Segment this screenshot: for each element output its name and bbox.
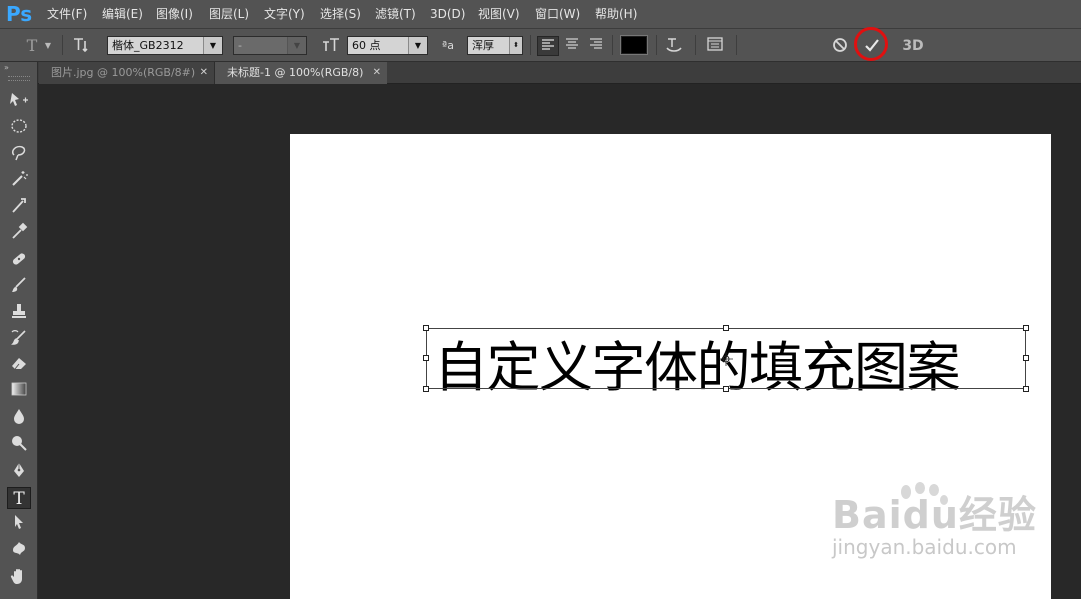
panel-grip[interactable] bbox=[8, 76, 30, 81]
antialias-select[interactable]: 浑厚 ⬍ bbox=[467, 36, 523, 55]
type-icon[interactable]: T bbox=[7, 487, 31, 509]
font-family-select[interactable]: 楷体_GB2312 ▼ bbox=[107, 36, 223, 55]
updown-icon: ⬍ bbox=[509, 37, 522, 54]
custom-shape-icon[interactable] bbox=[7, 540, 31, 562]
align-left-icon[interactable] bbox=[537, 36, 559, 56]
cancel-icon[interactable] bbox=[829, 36, 851, 56]
menu-type[interactable]: 文字(Y) bbox=[264, 0, 305, 28]
transform-handle[interactable] bbox=[723, 386, 729, 392]
watermark-url: jingyan.baidu.com bbox=[832, 535, 1017, 559]
three-d-icon[interactable]: 3D bbox=[900, 36, 926, 56]
warp-text-icon[interactable] bbox=[663, 36, 685, 56]
gradient-icon[interactable] bbox=[7, 380, 31, 402]
healing-brush-icon[interactable] bbox=[7, 250, 31, 272]
character-panel-icon[interactable] bbox=[704, 36, 726, 56]
clone-stamp-icon[interactable] bbox=[7, 302, 31, 324]
menu-select[interactable]: 选择(S) bbox=[320, 0, 361, 28]
align-center-icon[interactable] bbox=[561, 36, 583, 56]
antialias-value: 浑厚 bbox=[472, 39, 494, 52]
menu-file[interactable]: 文件(F) bbox=[47, 0, 87, 28]
collapse-panel-icon[interactable]: » bbox=[4, 63, 9, 72]
transform-handle[interactable] bbox=[423, 355, 429, 361]
dodge-icon[interactable] bbox=[7, 433, 31, 455]
font-size-value: 60 点 bbox=[352, 39, 381, 52]
paw-icon bbox=[896, 482, 952, 524]
chevron-down-icon: ▼ bbox=[408, 37, 427, 54]
brush-icon[interactable] bbox=[7, 276, 31, 298]
crop-icon[interactable] bbox=[7, 196, 31, 218]
font-size-icon bbox=[320, 36, 342, 56]
menu-filter[interactable]: 滤镜(T) bbox=[375, 0, 416, 28]
menu-view[interactable]: 视图(V) bbox=[478, 0, 520, 28]
hand-icon[interactable] bbox=[7, 567, 31, 589]
font-style-value: - bbox=[238, 39, 242, 52]
path-selection-icon[interactable] bbox=[7, 513, 31, 535]
toggle-orientation-icon[interactable] bbox=[70, 36, 92, 56]
align-right-icon[interactable] bbox=[585, 36, 607, 56]
history-brush-icon[interactable] bbox=[7, 328, 31, 350]
tool-preset-dropdown-icon[interactable]: ▼ bbox=[43, 36, 53, 56]
chevron-down-icon: ▼ bbox=[203, 37, 222, 54]
chevron-down-icon: ▼ bbox=[287, 37, 306, 54]
close-icon[interactable]: ✕ bbox=[200, 62, 208, 84]
separator bbox=[656, 35, 657, 55]
separator bbox=[695, 35, 696, 55]
separator bbox=[530, 35, 531, 55]
lasso-icon[interactable] bbox=[7, 143, 31, 165]
tab-label: 未标题-1 @ 100%(RGB/8) bbox=[227, 66, 364, 79]
reference-point-icon[interactable] bbox=[719, 351, 733, 370]
separator bbox=[612, 35, 613, 55]
font-style-select[interactable]: - ▼ bbox=[233, 36, 307, 55]
eyedropper-icon[interactable] bbox=[7, 222, 31, 244]
magic-wand-icon[interactable] bbox=[7, 169, 31, 191]
menu-window[interactable]: 窗口(W) bbox=[535, 0, 580, 28]
move-icon[interactable] bbox=[7, 91, 31, 113]
menu-help[interactable]: 帮助(H) bbox=[595, 0, 637, 28]
separator bbox=[736, 35, 737, 55]
menu-3d[interactable]: 3D(D) bbox=[430, 0, 465, 28]
tab-untitled-1[interactable]: 未标题-1 @ 100%(RGB/8) ✕ bbox=[215, 62, 387, 84]
font-size-select[interactable]: 60 点 ▼ bbox=[347, 36, 428, 55]
tab-image-jpg[interactable]: 图片.jpg @ 100%(RGB/8#) ✕ bbox=[39, 62, 215, 84]
transform-handle[interactable] bbox=[1023, 325, 1029, 331]
elliptical-marquee-icon[interactable] bbox=[7, 117, 31, 139]
text-color-swatch[interactable] bbox=[620, 35, 648, 55]
transform-handle[interactable] bbox=[423, 325, 429, 331]
transform-handle[interactable] bbox=[423, 386, 429, 392]
tab-label: 图片.jpg @ 100%(RGB/8#) bbox=[51, 66, 196, 79]
menu-image[interactable]: 图像(I) bbox=[156, 0, 193, 28]
transform-handle[interactable] bbox=[1023, 355, 1029, 361]
transform-handle[interactable] bbox=[723, 325, 729, 331]
menu-layer[interactable]: 图层(L) bbox=[209, 0, 249, 28]
eraser-icon[interactable] bbox=[7, 354, 31, 376]
menu-edit[interactable]: 编辑(E) bbox=[102, 0, 143, 28]
antialias-icon: ªa bbox=[442, 39, 454, 52]
separator bbox=[62, 35, 63, 55]
highlight-circle bbox=[854, 27, 888, 61]
transform-handle[interactable] bbox=[1023, 386, 1029, 392]
photoshop-logo[interactable]: Ps bbox=[6, 2, 32, 26]
blur-icon[interactable] bbox=[7, 407, 31, 429]
tool-preset-type-icon[interactable]: T bbox=[22, 36, 42, 56]
close-icon[interactable]: ✕ bbox=[373, 62, 381, 84]
font-family-value: 楷体_GB2312 bbox=[112, 39, 184, 52]
pen-icon[interactable] bbox=[7, 461, 31, 483]
